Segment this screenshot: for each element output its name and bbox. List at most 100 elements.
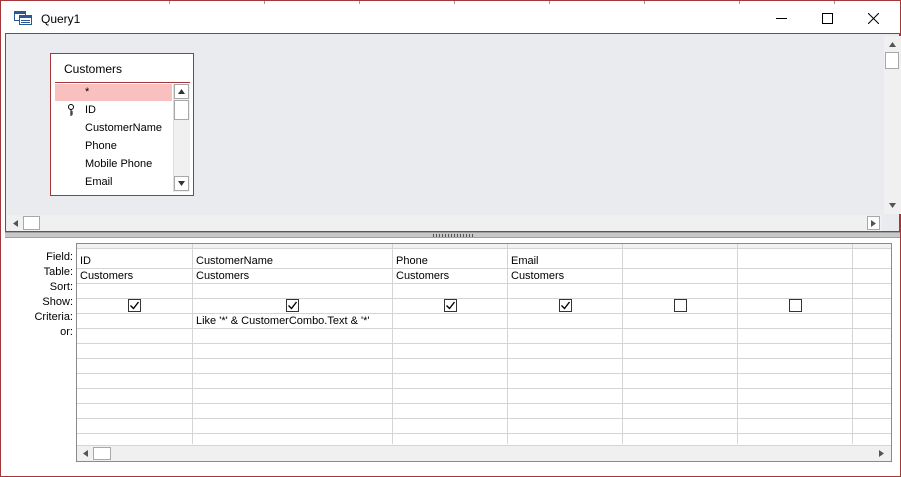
or-cell[interactable] bbox=[508, 329, 622, 344]
empty-criteria-cell[interactable] bbox=[738, 374, 852, 389]
field-item-all[interactable]: * bbox=[55, 84, 172, 101]
empty-criteria-cell[interactable] bbox=[77, 374, 192, 389]
empty-criteria-cell[interactable] bbox=[738, 359, 852, 374]
or-cell[interactable] bbox=[738, 329, 852, 344]
sort-cell[interactable] bbox=[77, 284, 192, 299]
field-cell[interactable]: Email bbox=[508, 254, 622, 269]
field-cell[interactable]: Phone bbox=[393, 254, 507, 269]
scroll-up-button[interactable] bbox=[174, 84, 189, 99]
show-checkbox[interactable] bbox=[559, 299, 572, 312]
column-selector[interactable] bbox=[393, 244, 507, 249]
empty-criteria-cell[interactable] bbox=[853, 404, 891, 419]
field-item-id[interactable]: ID bbox=[55, 102, 172, 119]
empty-criteria-cell[interactable] bbox=[623, 404, 737, 419]
table-cell[interactable]: Customers bbox=[193, 269, 392, 284]
scroll-thumb[interactable] bbox=[23, 216, 40, 230]
field-item-email[interactable]: Email bbox=[55, 174, 172, 191]
sort-cell[interactable] bbox=[853, 284, 891, 299]
empty-criteria-cell[interactable] bbox=[193, 374, 392, 389]
empty-criteria-cell[interactable] bbox=[623, 359, 737, 374]
field-cell[interactable]: CustomerName bbox=[193, 254, 392, 269]
scroll-down-button[interactable] bbox=[174, 176, 189, 191]
table-cell[interactable]: Customers bbox=[393, 269, 507, 284]
or-cell[interactable] bbox=[853, 329, 891, 344]
empty-criteria-cell[interactable] bbox=[853, 419, 891, 434]
query-design-grid[interactable]: Email Customers Phone Customers CustomerName… bbox=[76, 243, 892, 462]
empty-criteria-cell[interactable] bbox=[508, 419, 622, 434]
column-selector[interactable] bbox=[738, 244, 852, 249]
close-button[interactable] bbox=[850, 4, 896, 33]
scroll-up-button[interactable] bbox=[885, 38, 899, 50]
scroll-left-button[interactable] bbox=[79, 447, 91, 460]
splitter-grip-icon[interactable] bbox=[433, 234, 473, 237]
table-cell[interactable]: Customers bbox=[77, 269, 192, 284]
sort-cell[interactable] bbox=[193, 284, 392, 299]
empty-criteria-cell[interactable] bbox=[393, 389, 507, 404]
criteria-cell[interactable] bbox=[623, 314, 737, 329]
empty-criteria-cell[interactable] bbox=[508, 389, 622, 404]
column-selector[interactable] bbox=[77, 244, 192, 249]
show-checkbox[interactable] bbox=[286, 299, 299, 312]
column-selector[interactable] bbox=[193, 244, 392, 249]
field-cell[interactable] bbox=[623, 254, 737, 269]
scroll-thumb[interactable] bbox=[174, 100, 189, 120]
empty-criteria-cell[interactable] bbox=[77, 344, 192, 359]
show-checkbox[interactable] bbox=[789, 299, 802, 312]
field-cell[interactable] bbox=[738, 254, 852, 269]
or-cell[interactable] bbox=[393, 329, 507, 344]
criteria-cell[interactable] bbox=[853, 314, 891, 329]
empty-criteria-cell[interactable] bbox=[623, 419, 737, 434]
empty-criteria-cell[interactable] bbox=[623, 374, 737, 389]
maximize-button[interactable] bbox=[804, 4, 850, 33]
column-selector[interactable] bbox=[508, 244, 622, 249]
sort-cell[interactable] bbox=[623, 284, 737, 299]
criteria-cell[interactable] bbox=[393, 314, 507, 329]
empty-criteria-cell[interactable] bbox=[508, 404, 622, 419]
or-cell[interactable] bbox=[77, 329, 192, 344]
empty-criteria-cell[interactable] bbox=[508, 359, 622, 374]
empty-criteria-cell[interactable] bbox=[193, 404, 392, 419]
empty-criteria-cell[interactable] bbox=[393, 374, 507, 389]
empty-criteria-cell[interactable] bbox=[77, 419, 192, 434]
scroll-thumb[interactable] bbox=[93, 447, 111, 460]
scroll-right-button[interactable] bbox=[867, 216, 880, 230]
empty-criteria-cell[interactable] bbox=[738, 404, 852, 419]
empty-criteria-cell[interactable] bbox=[738, 389, 852, 404]
table-cell[interactable] bbox=[738, 269, 852, 284]
or-cell[interactable] bbox=[623, 329, 737, 344]
empty-criteria-cell[interactable] bbox=[738, 419, 852, 434]
table-cell[interactable] bbox=[853, 269, 891, 284]
empty-criteria-cell[interactable] bbox=[393, 419, 507, 434]
empty-criteria-cell[interactable] bbox=[393, 404, 507, 419]
empty-criteria-cell[interactable] bbox=[853, 374, 891, 389]
empty-criteria-cell[interactable] bbox=[853, 359, 891, 374]
empty-criteria-cell[interactable] bbox=[77, 389, 192, 404]
criteria-cell[interactable] bbox=[508, 314, 622, 329]
column-selector[interactable] bbox=[853, 244, 891, 249]
empty-criteria-cell[interactable] bbox=[853, 389, 891, 404]
field-cell[interactable]: ID bbox=[77, 254, 192, 269]
empty-criteria-cell[interactable] bbox=[623, 344, 737, 359]
field-item-phone[interactable]: Phone bbox=[55, 138, 172, 155]
grid-horizontal-scrollbar[interactable] bbox=[77, 445, 891, 461]
field-item-customername[interactable]: CustomerName bbox=[55, 120, 172, 137]
sort-cell[interactable] bbox=[508, 284, 622, 299]
table-cell[interactable]: Customers bbox=[508, 269, 622, 284]
table-cell[interactable] bbox=[623, 269, 737, 284]
criteria-cell[interactable] bbox=[738, 314, 852, 329]
field-list-scrollbar[interactable] bbox=[173, 84, 190, 192]
sort-cell[interactable] bbox=[393, 284, 507, 299]
empty-criteria-cell[interactable] bbox=[508, 344, 622, 359]
scroll-right-button[interactable] bbox=[874, 447, 888, 460]
empty-criteria-cell[interactable] bbox=[738, 344, 852, 359]
minimize-button[interactable] bbox=[758, 4, 804, 33]
field-item-mobile-phone[interactable]: Mobile Phone bbox=[55, 156, 172, 173]
empty-criteria-cell[interactable] bbox=[193, 389, 392, 404]
scroll-thumb[interactable] bbox=[885, 52, 899, 69]
table-field-list-customers[interactable]: Customers * ID CustomerName Phone Mobile… bbox=[50, 53, 194, 196]
or-cell[interactable] bbox=[193, 329, 392, 344]
empty-criteria-cell[interactable] bbox=[393, 359, 507, 374]
column-selector[interactable] bbox=[623, 244, 737, 249]
criteria-cell[interactable] bbox=[77, 314, 192, 329]
sort-cell[interactable] bbox=[738, 284, 852, 299]
